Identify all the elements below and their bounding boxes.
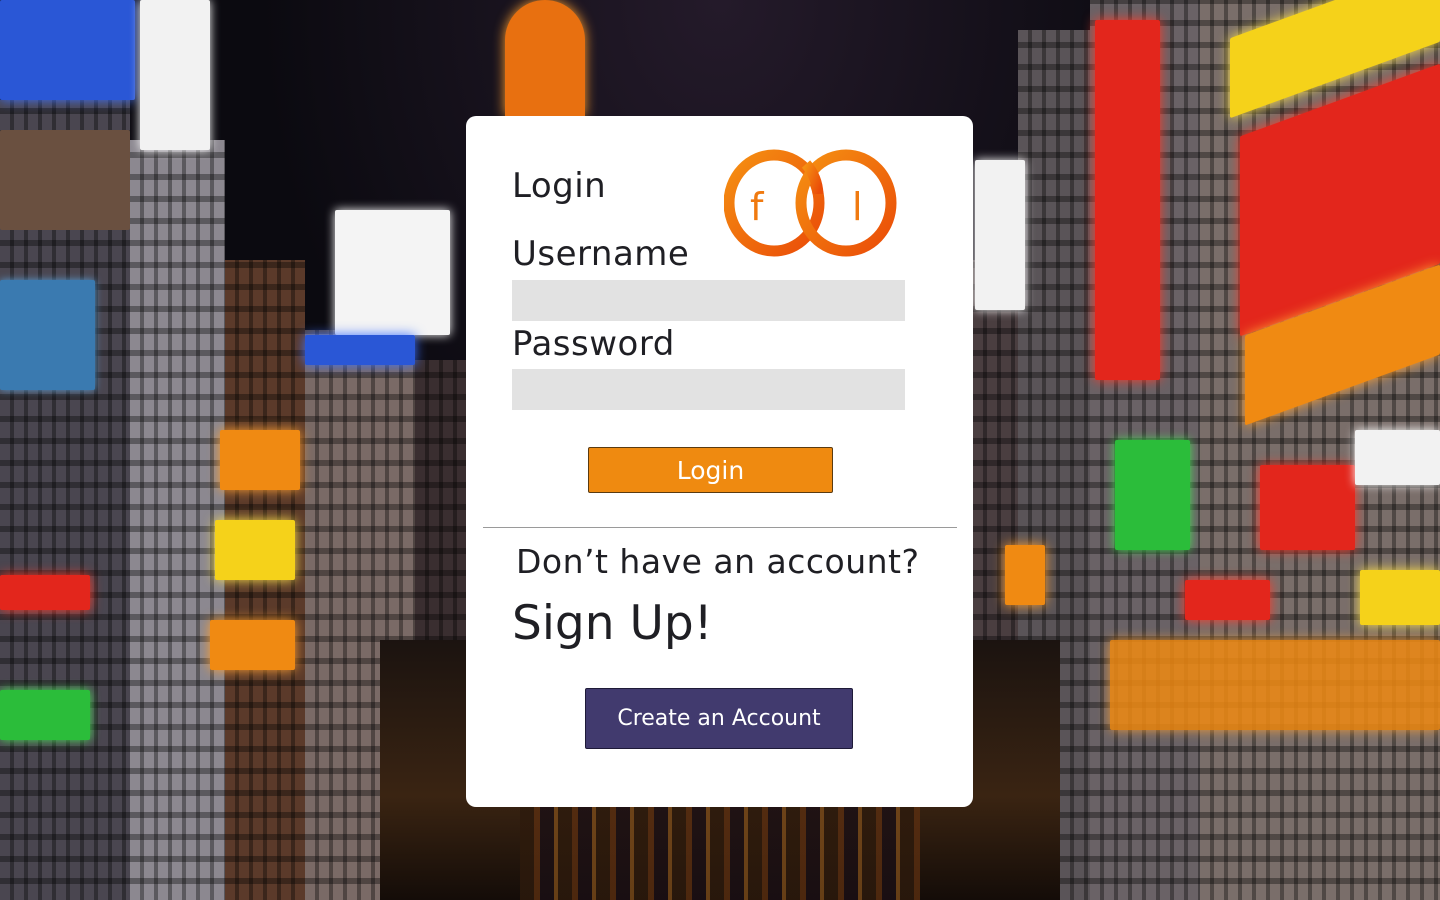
neon-sign: [1360, 570, 1440, 625]
username-label: Username: [512, 234, 690, 274]
storefront-lights: [1110, 640, 1440, 730]
building-left-2: [130, 140, 225, 900]
neon-sign: [0, 690, 90, 740]
neon-sign: [0, 0, 135, 100]
ferris-wheel: [505, 0, 585, 116]
building-left-3: [225, 260, 305, 900]
sign-up-heading: Sign Up!: [512, 596, 713, 651]
neon-sign: [0, 575, 90, 610]
neon-sign: [335, 210, 450, 335]
login-button[interactable]: Login: [588, 447, 833, 493]
billboard: [0, 130, 130, 230]
neon-sign: [1115, 440, 1190, 550]
logo-letter-f: f: [750, 185, 765, 229]
username-input[interactable]: [512, 280, 905, 321]
neon-sign: [305, 335, 415, 365]
neon-sign: [975, 160, 1025, 310]
password-label: Password: [512, 324, 675, 364]
password-input[interactable]: [512, 369, 905, 410]
create-account-button[interactable]: Create an Account: [585, 688, 853, 749]
neon-sign: [215, 520, 295, 580]
logo-letter-l: l: [852, 185, 863, 229]
neon-sign: [1355, 430, 1440, 485]
login-card: Login f l Username Password Login Don’t …: [466, 116, 973, 807]
neon-sign: [1095, 20, 1160, 380]
neon-sign: [1260, 465, 1355, 550]
neon-sign: [1185, 580, 1270, 620]
neon-sign: [220, 430, 300, 490]
login-title: Login: [512, 166, 607, 206]
neon-sign: [210, 620, 295, 670]
interlocking-rings-logo-icon: f l: [724, 149, 897, 257]
neon-sign: [1005, 545, 1045, 605]
neon-sign: [140, 0, 210, 150]
screen: [0, 280, 95, 390]
divider: [483, 527, 957, 528]
no-account-prompt: Don’t have an account?: [516, 542, 920, 581]
